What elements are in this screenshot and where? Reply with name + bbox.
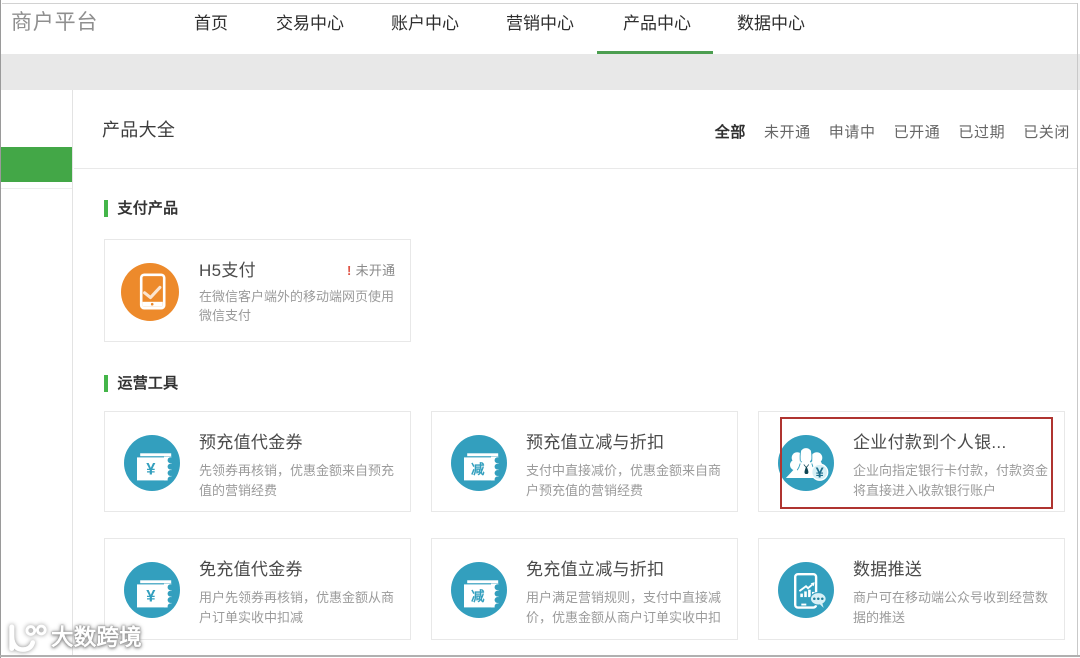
svg-text:¥: ¥ [146,461,156,479]
svg-text:减: 减 [471,461,485,477]
svg-text:¥: ¥ [146,588,156,606]
svg-text:减: 减 [471,588,485,604]
